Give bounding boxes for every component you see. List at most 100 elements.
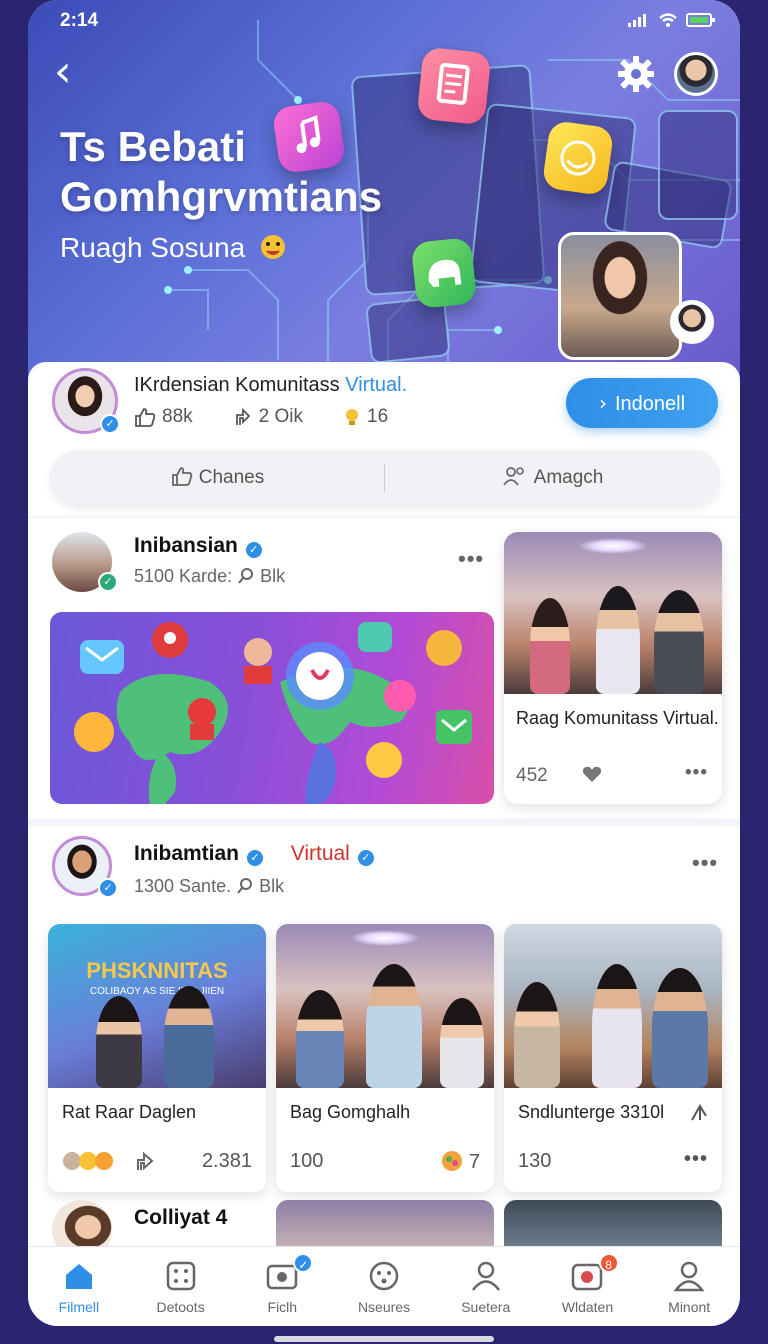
- floating-panel: [658, 110, 738, 220]
- post-card: ✓ Inibansian ✓ 5100 Karde: Blk ••• Raag …: [28, 518, 740, 818]
- verified-badge-icon: ✓: [98, 878, 118, 898]
- media-stat: 130: [518, 1150, 552, 1172]
- event-title: Raag Komunitass Virtual.: [516, 708, 719, 728]
- hero-photo: [558, 232, 682, 360]
- community-header-card: ✓ IKrdensian Komunitass Virtual. 88k 2 O…: [28, 362, 740, 516]
- clock: 2:14: [60, 10, 99, 31]
- search-icon: [238, 568, 254, 584]
- gear-icon[interactable]: [616, 54, 656, 94]
- event-card[interactable]: Raag Komunitass Virtual. 452 •••: [504, 532, 722, 804]
- tab-amagch[interactable]: Amagch: [385, 450, 720, 506]
- nav-label: Minont: [668, 1299, 711, 1315]
- profile-icon: [673, 1261, 705, 1292]
- tab-divider: [384, 464, 385, 492]
- nav-badge: ✓: [293, 1253, 314, 1273]
- back-chevron-icon[interactable]: ‹: [54, 50, 90, 96]
- author-avatar[interactable]: [52, 1200, 112, 1248]
- reactions-count: 16: [367, 406, 389, 427]
- media-footer: 130 •••: [518, 1148, 708, 1173]
- post-meta: 1300 Sante. Blk: [134, 876, 284, 897]
- media-stat: 100: [290, 1150, 324, 1172]
- media-banner-text: PHSKNNITAS: [86, 958, 228, 983]
- search-icon: [237, 878, 253, 894]
- post-meta-suffix: Blk: [260, 566, 286, 586]
- hero-subtitle-text: Ruagh Sosuna: [60, 232, 246, 263]
- reaction-emoji-icon: [442, 1151, 463, 1171]
- nav-label: Ficlh: [267, 1299, 298, 1315]
- document-app-icon: [416, 46, 492, 126]
- community-name-accent: Virtual.: [345, 374, 408, 396]
- nav-badge: 8: [598, 1253, 619, 1273]
- media-photo: [504, 924, 722, 1088]
- home-indicator[interactable]: [274, 1336, 494, 1342]
- reactions-stat: 16: [343, 406, 388, 428]
- tab-amagch-label: Amagch: [533, 467, 604, 488]
- nav-label: Wldaten: [561, 1299, 614, 1315]
- nav-item-minont[interactable]: Minont: [638, 1247, 740, 1326]
- verified-badge-icon: ✓: [98, 572, 118, 592]
- media-title: Sndlunterge 3310l: [518, 1102, 664, 1123]
- author-name-text: Inibamtian: [134, 842, 240, 865]
- media-banner-subtext: COLIBAOY AS SIE ITULJIIEN: [89, 986, 225, 997]
- post-tag: Virtual: [290, 842, 350, 865]
- more-options-icon[interactable]: •••: [692, 850, 718, 876]
- nav-item-ficlh[interactable]: ✓ Ficlh: [231, 1247, 333, 1326]
- join-button-label: Indonell: [614, 393, 686, 415]
- author-name[interactable]: Colliyat 4: [134, 1206, 227, 1230]
- group-icon: [502, 467, 524, 486]
- nav-item-wldaten[interactable]: 8 Wldaten: [537, 1247, 639, 1326]
- hero-title-line1: Ts Bebati: [60, 123, 246, 170]
- face-icon: [369, 1261, 399, 1291]
- app-screen: 2:14 ‹ Ts Bebati Gomhgrvmtians Ruagh Sos…: [28, 0, 740, 1326]
- media-thumbnail[interactable]: [504, 1200, 722, 1248]
- share-arrow-icon[interactable]: [688, 1102, 710, 1124]
- heart-icon[interactable]: [581, 764, 603, 784]
- user-avatar[interactable]: [674, 52, 718, 96]
- nav-item-suetera[interactable]: Suetera: [435, 1247, 537, 1326]
- hero-title: Ts Bebati Gomhgrvmtians: [60, 122, 382, 222]
- post-card: Colliyat 4: [28, 1200, 740, 1248]
- world-map-illustration: [74, 622, 472, 804]
- media-title-text: Sndlunterge 3310l: [518, 1102, 665, 1122]
- dice-icon: [166, 1261, 195, 1291]
- more-options-icon[interactable]: •••: [458, 546, 484, 572]
- nav-item-filmell[interactable]: Filmell: [28, 1247, 130, 1326]
- more-options-icon[interactable]: •••: [684, 1148, 708, 1171]
- nav-label: Filmell: [58, 1299, 100, 1315]
- share-icon[interactable]: [134, 1150, 156, 1172]
- media-card[interactable]: PHSKNNITAS COLIBAOY AS SIE ITULJIIEN Rat…: [48, 924, 266, 1192]
- media-card[interactable]: Bag Gomghalh 100 7: [276, 924, 494, 1192]
- nav-item-detoots[interactable]: Detoots: [130, 1247, 232, 1326]
- bottom-nav: Filmell Detoots ✓ Ficlh Nseures Suetera …: [28, 1246, 740, 1326]
- verified-badge-icon: ✓: [100, 414, 120, 434]
- more-options-icon[interactable]: •••: [685, 762, 708, 784]
- thumbs-up-icon: [135, 408, 156, 427]
- post-meta-text: 1300 Sante.: [134, 876, 232, 896]
- bulb-icon: [346, 409, 358, 425]
- join-button[interactable]: › Indonell: [566, 378, 718, 428]
- members-stat: 2 Oik: [233, 406, 303, 428]
- event-footer: 452 •••: [516, 762, 708, 787]
- post-meta-suffix: Blk: [259, 876, 285, 896]
- member-avatar[interactable]: [670, 300, 714, 344]
- world-map-banner[interactable]: [50, 612, 494, 804]
- community-name-text: IKrdensian Komunitass: [134, 374, 340, 396]
- media-card[interactable]: Sndlunterge 3310l 130 •••: [504, 924, 722, 1192]
- tab-chanes[interactable]: Chanes: [50, 450, 385, 506]
- feed: ✓ Inibansian ✓ 5100 Karde: Blk ••• Raag …: [28, 518, 740, 1248]
- emoji-face-icon: [261, 235, 286, 259]
- media-stat-secondary: 7: [468, 1151, 480, 1173]
- chevron-right-icon: ›: [598, 391, 607, 415]
- media-photo: [276, 924, 494, 1088]
- media-thumbnail[interactable]: [276, 1200, 494, 1248]
- verified-badge-icon: ✓: [355, 848, 376, 868]
- author-name[interactable]: Inibansian ✓: [134, 534, 264, 560]
- hero-subtitle: Ruagh Sosuna: [60, 232, 287, 264]
- nav-item-nseures[interactable]: Nseures: [333, 1247, 435, 1326]
- author-name[interactable]: Inibamtian ✓ Virtual ✓: [134, 842, 376, 868]
- members-count: 2 Oik: [258, 406, 303, 427]
- hero-title-line2: Gomhgrvmtians: [60, 173, 383, 220]
- likes-count: 88k: [162, 406, 193, 427]
- community-stats: 88k 2 Oik 16: [134, 406, 388, 428]
- elephant-app-icon: [410, 237, 478, 309]
